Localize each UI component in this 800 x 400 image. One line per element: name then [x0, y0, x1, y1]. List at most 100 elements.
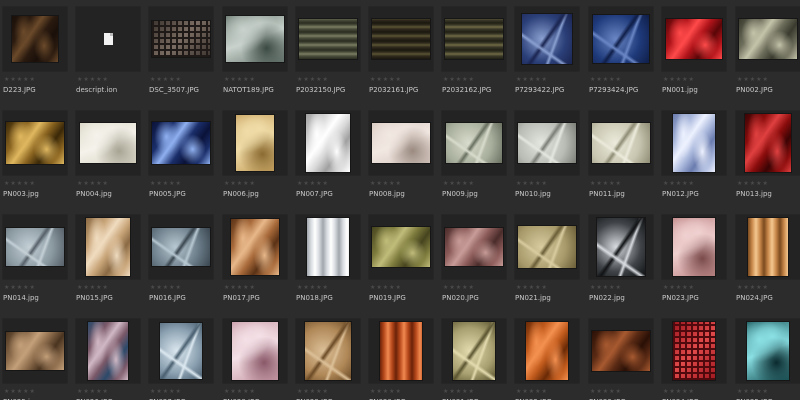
file-thumbnail-cell[interactable]: ★★★★★PN025.jpg	[2, 318, 68, 400]
thumbnail-frame[interactable]	[368, 318, 434, 384]
thumbnail-frame[interactable]	[295, 6, 361, 72]
thumbnail-frame[interactable]	[441, 110, 507, 176]
thumbnail-frame[interactable]	[441, 6, 507, 72]
star-rating[interactable]: ★★★★★	[663, 285, 695, 291]
thumbnail-frame[interactable]	[588, 318, 654, 384]
star-rating[interactable]: ★★★★★	[663, 389, 695, 395]
thumbnail-frame[interactable]	[661, 110, 727, 176]
file-thumbnail-cell[interactable]: ★★★★★PN033.JPG	[588, 318, 654, 400]
star-rating[interactable]: ★★★★★	[150, 285, 182, 291]
star-rating[interactable]: ★★★★★	[4, 389, 36, 395]
thumbnail-frame[interactable]	[514, 318, 580, 384]
file-thumbnail-cell[interactable]: ★★★★★PN028.JPG	[222, 318, 288, 400]
file-thumbnail-cell[interactable]: ★★★★★ PN014.jpg	[2, 214, 68, 314]
star-rating[interactable]: ★★★★★	[443, 389, 475, 395]
file-thumbnail-cell[interactable]: ★★★★★PN032.JPG	[514, 318, 580, 400]
file-thumbnail-cell[interactable]: ★★★★★PN027.JPG	[148, 318, 214, 400]
file-thumbnail-cell[interactable]: ★★★★★ P2032162.JPG	[441, 6, 507, 106]
thumbnail-frame[interactable]	[75, 214, 141, 280]
thumbnail-frame[interactable]	[2, 318, 68, 384]
star-rating[interactable]: ★★★★★	[77, 77, 109, 83]
file-thumbnail-cell[interactable]: ★★★★★ PN001.jpg	[661, 6, 727, 106]
file-thumbnail-cell[interactable]: ★★★★★ PN019.JPG	[368, 214, 434, 314]
star-rating[interactable]: ★★★★★	[516, 77, 548, 83]
star-rating[interactable]: ★★★★★	[297, 285, 329, 291]
thumbnail-frame[interactable]	[661, 214, 727, 280]
file-thumbnail-cell[interactable]: ★★★★★PN035.JPG	[735, 318, 800, 400]
file-thumbnail-cell[interactable]: ★★★★★ PN009.jpg	[441, 110, 507, 210]
star-rating[interactable]: ★★★★★	[4, 77, 36, 83]
star-rating[interactable]: ★★★★★	[590, 285, 622, 291]
thumbnail-frame[interactable]	[148, 110, 214, 176]
thumbnail-frame[interactable]	[295, 110, 361, 176]
star-rating[interactable]: ★★★★★	[516, 389, 548, 395]
thumbnail-frame[interactable]	[514, 110, 580, 176]
thumbnail-frame[interactable]	[588, 6, 654, 72]
thumbnail-frame[interactable]	[735, 6, 800, 72]
star-rating[interactable]: ★★★★★	[590, 181, 622, 187]
file-thumbnail-cell[interactable]: ★★★★★ PN006.jpg	[222, 110, 288, 210]
star-rating[interactable]: ★★★★★	[590, 389, 622, 395]
star-rating[interactable]: ★★★★★	[443, 77, 475, 83]
thumbnail-frame[interactable]	[75, 110, 141, 176]
star-rating[interactable]: ★★★★★	[77, 285, 109, 291]
star-rating[interactable]: ★★★★★	[370, 77, 402, 83]
thumbnail-frame[interactable]	[661, 318, 727, 384]
file-thumbnail-cell[interactable]: ★★★★★ P7293424.JPG	[588, 6, 654, 106]
star-rating[interactable]: ★★★★★	[150, 389, 182, 395]
file-thumbnail-cell[interactable]: ★★★★★ PN017.JPG	[222, 214, 288, 314]
star-rating[interactable]: ★★★★★	[443, 181, 475, 187]
file-thumbnail-cell[interactable]: ★★★★★ PN007.JPG	[295, 110, 361, 210]
file-thumbnail-cell[interactable]: ★★★★★ P7293422.JPG	[514, 6, 580, 106]
thumbnail-frame[interactable]	[368, 214, 434, 280]
star-rating[interactable]: ★★★★★	[150, 181, 182, 187]
file-thumbnail-cell[interactable]: ★★★★★ PN018.JPG	[295, 214, 361, 314]
star-rating[interactable]: ★★★★★	[77, 389, 109, 395]
file-thumbnail-cell[interactable]: ★★★★★ PN022.jpg	[588, 214, 654, 314]
file-thumbnail-cell[interactable]: ★★★★★ PN002.JPG	[735, 6, 800, 106]
file-thumbnail-cell[interactable]: ★★★★★PN029.JPG	[295, 318, 361, 400]
file-thumbnail-cell[interactable]: ★★★★★ PN013.jpg	[735, 110, 800, 210]
star-rating[interactable]: ★★★★★	[224, 389, 256, 395]
star-rating[interactable]: ★★★★★	[737, 285, 769, 291]
thumbnail-frame[interactable]	[735, 110, 800, 176]
thumbnail-frame[interactable]	[2, 6, 68, 72]
file-thumbnail-cell[interactable]: ★★★★★ NATOT189.JPG	[222, 6, 288, 106]
file-thumbnail-cell[interactable]: ★★★★★ PN008.jpg	[368, 110, 434, 210]
file-thumbnail-cell[interactable]: ★★★★★ PN005.JPG	[148, 110, 214, 210]
star-rating[interactable]: ★★★★★	[224, 285, 256, 291]
thumbnail-frame[interactable]	[441, 214, 507, 280]
thumbnail-frame[interactable]	[222, 214, 288, 280]
star-rating[interactable]: ★★★★★	[516, 285, 548, 291]
file-thumbnail-cell[interactable]: ★★★★★ PN004.jpg	[75, 110, 141, 210]
file-thumbnail-cell[interactable]: ★★★★★ descript.ion	[75, 6, 141, 106]
thumbnail-frame[interactable]	[735, 214, 800, 280]
thumbnail-frame[interactable]	[295, 318, 361, 384]
thumbnail-frame[interactable]	[588, 110, 654, 176]
star-rating[interactable]: ★★★★★	[297, 77, 329, 83]
thumbnail-frame[interactable]	[2, 214, 68, 280]
star-rating[interactable]: ★★★★★	[663, 181, 695, 187]
thumbnail-frame[interactable]	[75, 6, 141, 72]
star-rating[interactable]: ★★★★★	[737, 77, 769, 83]
thumbnail-frame[interactable]	[514, 214, 580, 280]
thumbnail-frame[interactable]	[661, 6, 727, 72]
file-thumbnail-cell[interactable]: ★★★★★ PN024.JPG	[735, 214, 800, 314]
star-rating[interactable]: ★★★★★	[77, 181, 109, 187]
file-thumbnail-cell[interactable]: ★★★★★PN031.JPG	[441, 318, 507, 400]
thumbnail-frame[interactable]	[75, 318, 141, 384]
star-rating[interactable]: ★★★★★	[370, 181, 402, 187]
file-thumbnail-cell[interactable]: ★★★★★ PN023.JPG	[661, 214, 727, 314]
thumbnail-frame[interactable]	[2, 110, 68, 176]
file-thumbnail-cell[interactable]: ★★★★★ PN003.jpg	[2, 110, 68, 210]
star-rating[interactable]: ★★★★★	[150, 77, 182, 83]
star-rating[interactable]: ★★★★★	[590, 77, 622, 83]
star-rating[interactable]: ★★★★★	[297, 389, 329, 395]
thumbnail-frame[interactable]	[148, 6, 214, 72]
file-thumbnail-cell[interactable]: ★★★★★ P2032150.JPG	[295, 6, 361, 106]
file-thumbnail-cell[interactable]: ★★★★★ DSC_3507.JPG	[148, 6, 214, 106]
star-rating[interactable]: ★★★★★	[737, 181, 769, 187]
file-thumbnail-cell[interactable]: ★★★★★PN026.JPG	[75, 318, 141, 400]
star-rating[interactable]: ★★★★★	[224, 181, 256, 187]
thumbnail-frame[interactable]	[735, 318, 800, 384]
